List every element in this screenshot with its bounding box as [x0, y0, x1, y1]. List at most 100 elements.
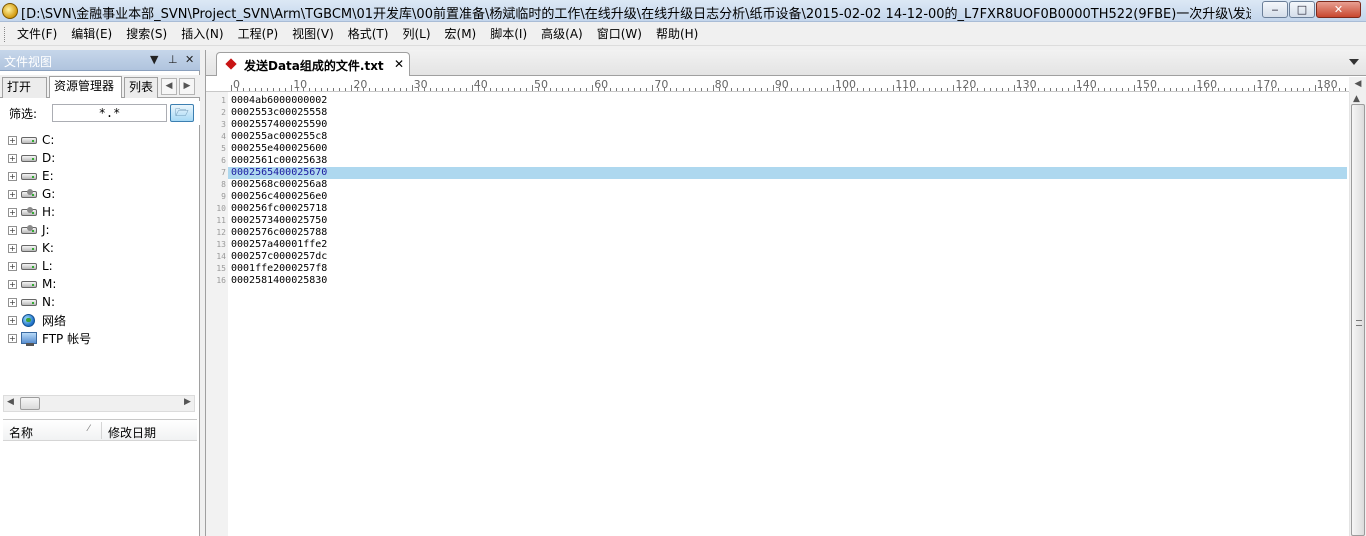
line-text: 000257c0000257dc [231, 251, 328, 262]
ruler-tick [1115, 88, 1117, 91]
text-line[interactable]: 0002553c00025558 [228, 107, 1347, 119]
toolbar-grip[interactable] [4, 27, 7, 42]
ruler-tick [273, 88, 275, 91]
text-line[interactable]: 000257c0000257dc [228, 251, 1347, 263]
scroll-thumb[interactable] [1351, 104, 1365, 536]
text-line[interactable]: 000257a40001ffe2 [228, 239, 1347, 251]
scroll-left-icon[interactable]: ◀ [7, 397, 14, 407]
expand-icon[interactable]: + [8, 153, 17, 163]
ruler-label: 50 [534, 78, 548, 91]
minimize-button[interactable]: ‒ [1262, 1, 1288, 18]
filter-input[interactable]: *.* [52, 104, 167, 122]
document-tab[interactable]: 发送Data组成的文件.txt ✕ [216, 52, 410, 76]
pin-icon[interactable]: ⊥ [168, 53, 178, 66]
menu-item[interactable]: 格式(T) [341, 27, 396, 42]
ruler-tick [694, 88, 696, 91]
vertical-scrollbar[interactable]: ▲ [1349, 92, 1366, 536]
maximize-button[interactable]: □ [1289, 1, 1315, 18]
scroll-up-icon[interactable]: ▲ [1353, 94, 1360, 104]
scroll-thumb[interactable] [20, 397, 40, 410]
text-line[interactable]: 0002557400025590 [228, 119, 1347, 131]
expand-icon[interactable]: + [8, 261, 17, 271]
expand-icon[interactable]: + [8, 333, 17, 343]
ruler-tick [814, 88, 816, 91]
text-line[interactable]: 0002581400025830 [228, 275, 1347, 287]
tree-item[interactable]: + N: [8, 293, 193, 311]
menu-item[interactable]: 宏(M) [438, 27, 484, 42]
tab-scroll-left-icon[interactable]: ◀ [161, 78, 177, 95]
ruler-tick [730, 88, 732, 91]
menu-item[interactable]: 帮助(H) [649, 27, 705, 42]
ruler-tick [772, 85, 774, 91]
tree-item[interactable]: + D: [8, 149, 193, 167]
ruler-label: 170 [1256, 78, 1278, 91]
menu-item[interactable]: 编辑(E) [64, 27, 119, 42]
column-name[interactable]: 名称 [9, 424, 33, 441]
panel-close-icon[interactable]: ✕ [185, 53, 194, 66]
close-button[interactable]: ✕ [1316, 1, 1361, 18]
menu-item[interactable]: 高级(A) [534, 27, 590, 42]
expand-icon[interactable]: + [8, 207, 17, 217]
text-line[interactable]: 0002565400025670 [228, 167, 1347, 179]
expand-icon[interactable]: + [8, 135, 17, 145]
expand-icon[interactable]: + [8, 171, 17, 181]
tab-open[interactable]: 打开 [2, 77, 47, 98]
tree-item[interactable]: + E: [8, 167, 193, 185]
menu-item[interactable]: 列(L) [395, 27, 437, 42]
tab-explorer[interactable]: 资源管理器 [49, 76, 122, 98]
tree-item[interactable]: + C: [8, 131, 193, 149]
text-line[interactable]: 000256c4000256e0 [228, 191, 1347, 203]
expand-icon[interactable]: + [8, 189, 17, 199]
tree-item[interactable]: + J: [8, 221, 193, 239]
tree-item[interactable]: + K: [8, 239, 193, 257]
tree-item[interactable]: + M: [8, 275, 193, 293]
ruler-tick [405, 88, 407, 91]
column-modified[interactable]: 修改日期 [108, 424, 156, 441]
scroll-right-icon[interactable]: ▶ [184, 397, 191, 407]
expand-icon[interactable]: + [8, 279, 17, 289]
tab-close-icon[interactable]: ✕ [394, 57, 404, 71]
expand-icon[interactable]: + [8, 225, 17, 235]
text-line[interactable]: 0001ffe2000257f8 [228, 263, 1347, 275]
ruler-label: 180 [1316, 78, 1338, 91]
text-area[interactable]: 0004ab6000000002 0002553c00025558 00025574… [228, 92, 1347, 536]
line-number: 8 [221, 180, 226, 189]
menu-item[interactable]: 窗口(W) [590, 27, 649, 42]
filter-label: 筛选: [9, 107, 38, 121]
menu-item[interactable]: 视图(V) [285, 27, 341, 42]
text-line[interactable]: 0002573400025750 [228, 215, 1347, 227]
expand-icon[interactable]: + [8, 243, 17, 253]
ruler-tick [1134, 85, 1135, 91]
text-line[interactable]: 000255e400025600 [228, 143, 1347, 155]
menu-item[interactable]: 插入(N) [174, 27, 230, 42]
tree-item[interactable]: + 网络 [8, 311, 193, 329]
tree-item[interactable]: + L: [8, 257, 193, 275]
tab-list[interactable]: 列表 [124, 77, 158, 98]
line-number-gutter: 1 2 3 4 5 6 7 8 9 10 11 12 13 14 15 16 [206, 92, 228, 536]
text-line[interactable]: 000255ac000255c8 [228, 131, 1347, 143]
menu-item[interactable]: 搜索(S) [119, 27, 174, 42]
tree-item[interactable]: + H: [8, 203, 193, 221]
tree-item[interactable]: + G: [8, 185, 193, 203]
menu-item[interactable]: 文件(F) [10, 27, 64, 42]
panel-menu-icon[interactable]: ▼ [150, 53, 158, 66]
text-line[interactable]: 000256fc00025718 [228, 203, 1347, 215]
menu-item[interactable]: 脚本(I) [483, 27, 534, 42]
text-line[interactable]: 0002568c000256a8 [228, 179, 1347, 191]
line-text: 000256fc00025718 [231, 203, 328, 214]
horizontal-scrollbar[interactable]: ◀ ▶ [3, 395, 195, 412]
tree-item[interactable]: + FTP 帐号 [8, 329, 193, 347]
browse-folder-button[interactable]: 🗁 [170, 104, 194, 122]
menu-item[interactable]: 工程(P) [231, 27, 286, 42]
text-line[interactable]: 0004ab6000000002 [228, 95, 1347, 107]
line-text: 0002576c00025788 [231, 227, 328, 238]
line-text: 0002553c00025558 [231, 107, 328, 118]
tab-scroll-right-icon[interactable]: ▶ [179, 78, 195, 95]
text-line[interactable]: 0002561c00025638 [228, 155, 1347, 167]
ruler-scroll-icon[interactable]: ◀ [1349, 77, 1366, 92]
tab-list-dropdown-icon[interactable] [1349, 59, 1359, 65]
text-line[interactable]: 0002576c00025788 [228, 227, 1347, 239]
column-divider[interactable] [101, 422, 102, 439]
expand-icon[interactable]: + [8, 297, 17, 307]
expand-icon[interactable]: + [8, 315, 17, 325]
